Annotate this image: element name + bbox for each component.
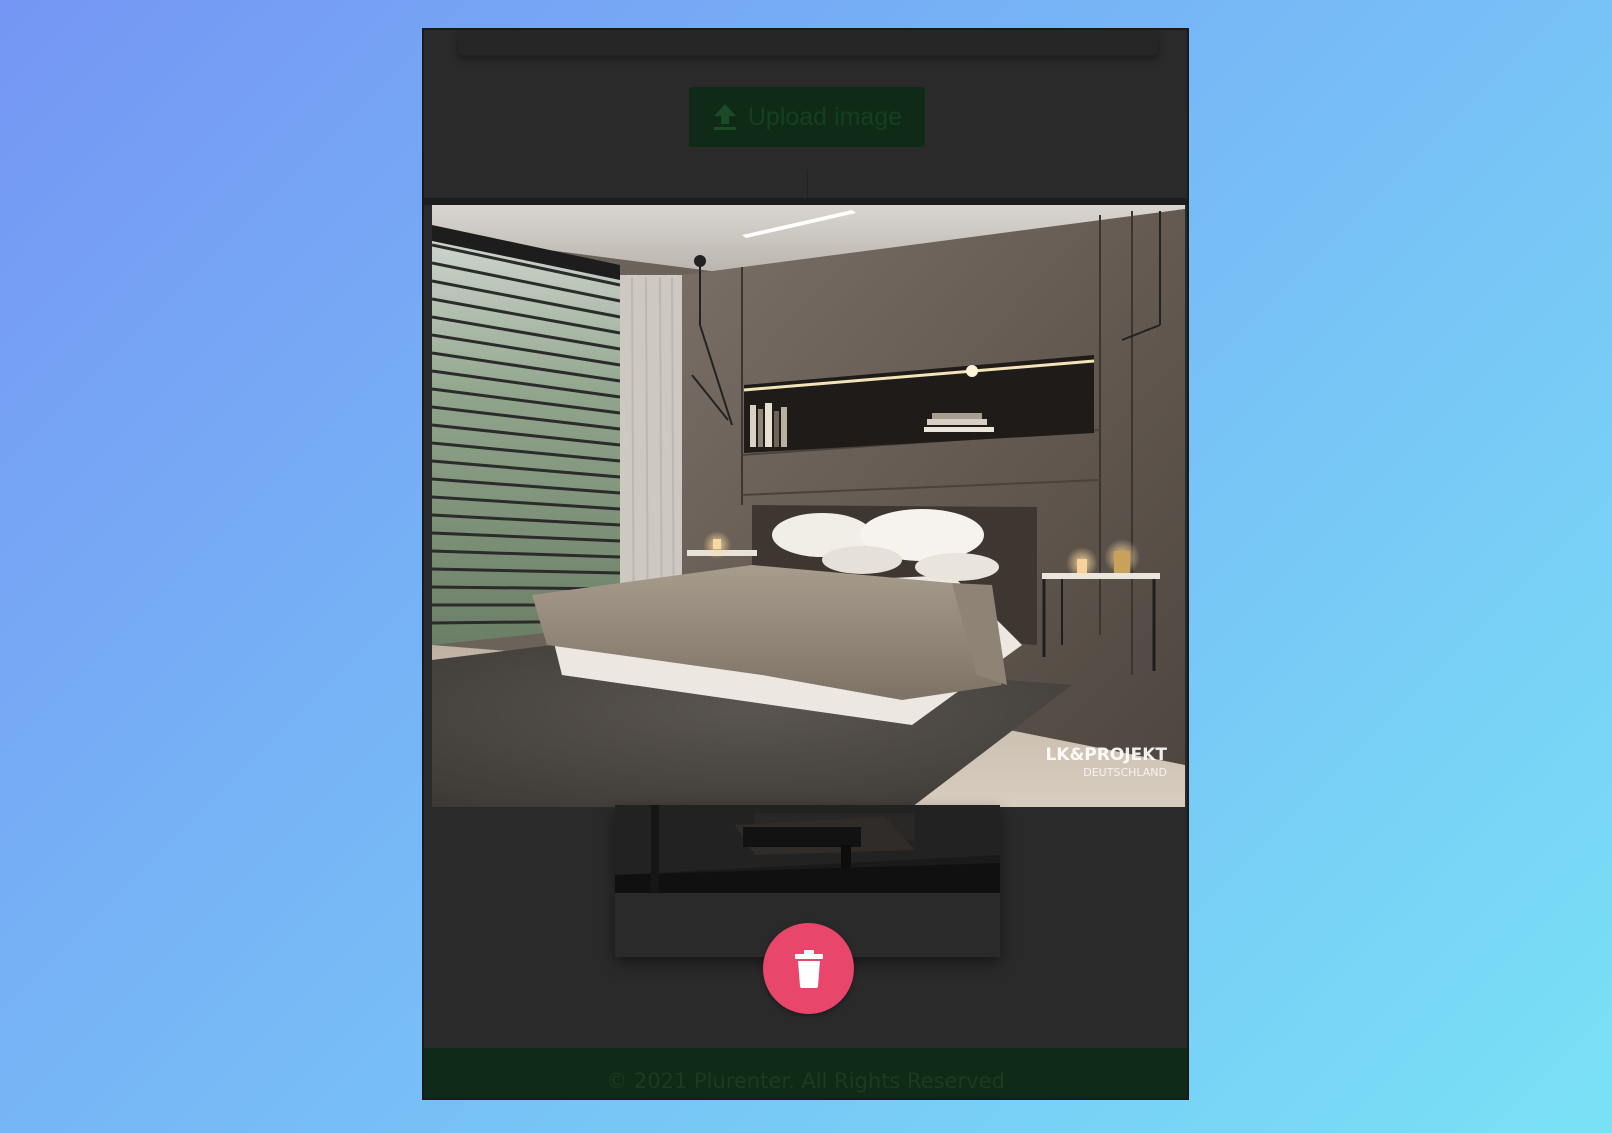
divider (807, 170, 1187, 200)
upload-button-label: Upload image (747, 102, 903, 131)
trash-icon (793, 949, 825, 989)
delete-image-button[interactable] (763, 923, 854, 1014)
footer: © 2021 Plurenter. All Rights Reserved (424, 1048, 1187, 1098)
image-preview: LK&PROJEKT DEUTSCHLAND (432, 205, 1185, 807)
footer-copyright: © 2021 Plurenter. All Rights Reserved (606, 1069, 1005, 1093)
app-frame: Upload image LK&PROJEKT DEUTSCHLAND © 20… (422, 28, 1189, 1100)
watermark-sub: DEUTSCHLAND (1083, 766, 1167, 779)
divider (424, 198, 1187, 205)
card-thumbnail (615, 805, 1000, 893)
top-card (458, 30, 1158, 56)
upload-image-button[interactable]: Upload image (689, 87, 925, 147)
watermark-brand: LK&PROJEKT (1045, 745, 1167, 765)
upload-icon (712, 102, 738, 132)
